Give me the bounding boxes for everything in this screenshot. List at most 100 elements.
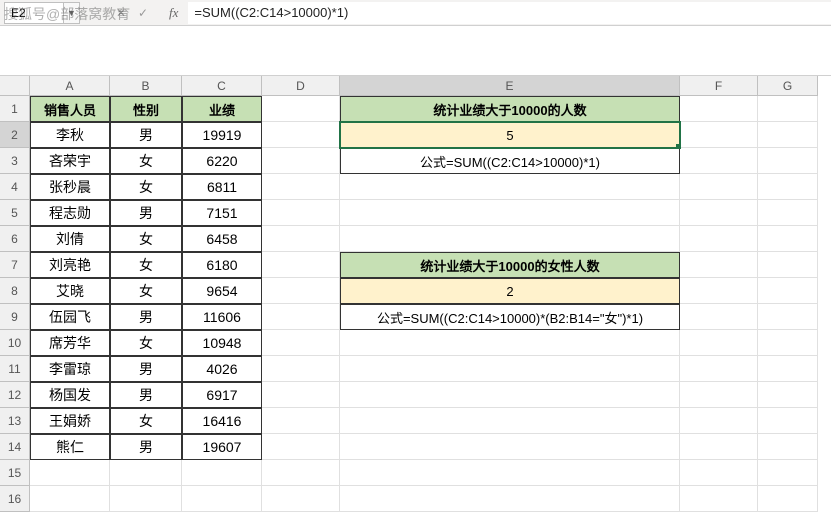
cell[interactable] [182,486,262,512]
cell[interactable] [680,330,758,356]
data-gender-cell[interactable]: 女 [110,174,182,200]
row-header-11[interactable]: 11 [0,356,30,382]
box1-formula[interactable]: 公式=SUM((C2:C14>10000)*1) [340,148,680,174]
row-header-13[interactable]: 13 [0,408,30,434]
formula-bar[interactable]: =SUM((C2:C14>10000)*1) [188,2,831,24]
cell[interactable] [340,382,680,408]
data-perf-cell[interactable]: 6917 [182,382,262,408]
cell[interactable] [680,434,758,460]
data-name-cell[interactable]: 艾晓 [30,278,110,304]
cell[interactable] [758,330,818,356]
cell[interactable] [110,486,182,512]
data-gender-cell[interactable]: 男 [110,304,182,330]
fx-icon[interactable]: fx [169,5,178,21]
row-header-12[interactable]: 12 [0,382,30,408]
data-gender-cell[interactable]: 男 [110,434,182,460]
cell[interactable] [758,148,818,174]
row-header-15[interactable]: 15 [0,460,30,486]
cell[interactable] [262,304,340,330]
cell[interactable] [262,278,340,304]
box2-formula[interactable]: 公式=SUM((C2:C14>10000)*(B2:B14="女")*1) [340,304,680,330]
cell[interactable] [262,460,340,486]
data-name-cell[interactable]: 熊仁 [30,434,110,460]
data-name-cell[interactable]: 李秋 [30,122,110,148]
box1-title[interactable]: 统计业绩大于10000的人数 [340,96,680,122]
cell[interactable] [758,356,818,382]
data-perf-cell[interactable]: 9654 [182,278,262,304]
cell[interactable] [758,122,818,148]
cell[interactable] [262,200,340,226]
cell[interactable] [262,382,340,408]
cell[interactable] [340,330,680,356]
row-header-7[interactable]: 7 [0,252,30,278]
cell[interactable] [340,356,680,382]
data-perf-cell[interactable]: 4026 [182,356,262,382]
data-name-cell[interactable]: 吝荣宇 [30,148,110,174]
cell[interactable] [758,382,818,408]
data-gender-cell[interactable]: 女 [110,252,182,278]
data-name-cell[interactable]: 席芳华 [30,330,110,356]
header-gender[interactable]: 性别 [110,96,182,122]
cell[interactable] [262,434,340,460]
cell[interactable] [758,200,818,226]
column-header-C[interactable]: C [182,76,262,96]
data-gender-cell[interactable]: 男 [110,122,182,148]
data-gender-cell[interactable]: 女 [110,148,182,174]
cell[interactable] [680,226,758,252]
cell[interactable] [758,174,818,200]
cell[interactable] [30,486,110,512]
cell[interactable] [262,252,340,278]
cell[interactable] [758,460,818,486]
data-gender-cell[interactable]: 女 [110,226,182,252]
box2-title[interactable]: 统计业绩大于10000的女性人数 [340,252,680,278]
cell[interactable] [340,486,680,512]
cell[interactable] [680,252,758,278]
cell[interactable] [758,278,818,304]
column-header-A[interactable]: A [30,76,110,96]
box1-value[interactable]: 5 [340,122,680,148]
cell[interactable] [262,486,340,512]
data-name-cell[interactable]: 张秒晨 [30,174,110,200]
row-header-8[interactable]: 8 [0,278,30,304]
cell[interactable] [262,122,340,148]
cell[interactable] [262,408,340,434]
enter-formula-icon[interactable]: ✓ [132,2,154,24]
cell[interactable] [680,408,758,434]
cell[interactable] [758,226,818,252]
row-header-2[interactable]: 2 [0,122,30,148]
cell[interactable] [758,434,818,460]
data-perf-cell[interactable]: 6811 [182,174,262,200]
cell[interactable] [680,460,758,486]
data-gender-cell[interactable]: 男 [110,200,182,226]
row-header-16[interactable]: 16 [0,486,30,512]
data-name-cell[interactable]: 刘亮艳 [30,252,110,278]
cell[interactable] [262,330,340,356]
cell[interactable] [758,486,818,512]
cell[interactable] [262,226,340,252]
column-header-B[interactable]: B [110,76,182,96]
cell[interactable] [340,408,680,434]
data-perf-cell[interactable]: 11606 [182,304,262,330]
row-header-3[interactable]: 3 [0,148,30,174]
cell[interactable] [340,226,680,252]
column-header-F[interactable]: F [680,76,758,96]
row-header-5[interactable]: 5 [0,200,30,226]
data-gender-cell[interactable]: 女 [110,408,182,434]
data-perf-cell[interactable]: 10948 [182,330,262,356]
data-perf-cell[interactable]: 7151 [182,200,262,226]
cell[interactable] [262,356,340,382]
column-header-D[interactable]: D [262,76,340,96]
row-header-14[interactable]: 14 [0,434,30,460]
row-header-1[interactable]: 1 [0,96,30,122]
cell[interactable] [758,252,818,278]
cell[interactable] [680,486,758,512]
row-header-4[interactable]: 4 [0,174,30,200]
cell[interactable] [262,148,340,174]
cell[interactable] [110,460,182,486]
data-name-cell[interactable]: 刘倩 [30,226,110,252]
cell[interactable] [182,460,262,486]
box2-value[interactable]: 2 [340,278,680,304]
data-name-cell[interactable]: 李雷琼 [30,356,110,382]
data-gender-cell[interactable]: 女 [110,330,182,356]
cell[interactable] [758,96,818,122]
